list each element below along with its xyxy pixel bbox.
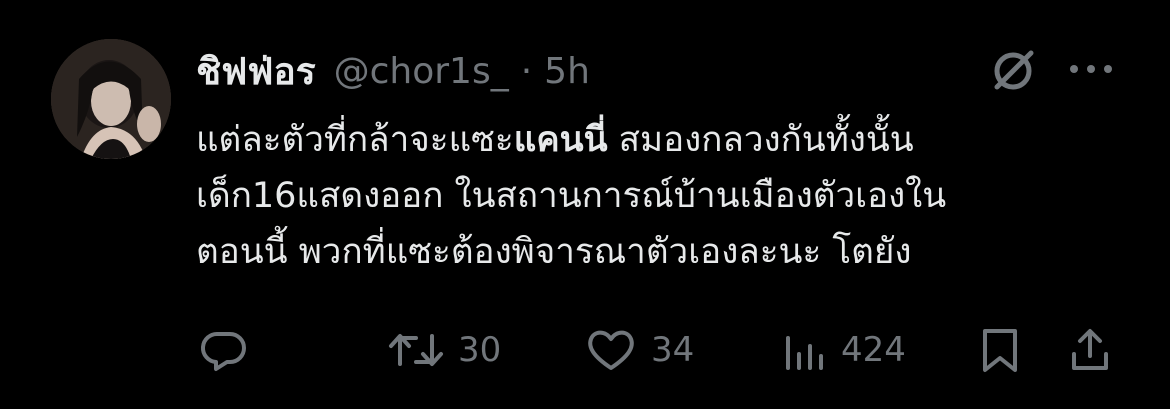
text-segment: สมองกลวงกันทั้งนั้น (607, 120, 914, 160)
bookmark-icon (983, 329, 1017, 372)
tweet-text-line-1: แต่ละตัวที่กล้าจะแซะแคนนี่ สมองกลวงกันทั… (196, 112, 1126, 168)
share-icon (1072, 329, 1108, 370)
bookmark-button[interactable] (980, 320, 1020, 380)
views-icon (786, 336, 823, 370)
like-count: 34 (651, 330, 695, 370)
reply-icon (200, 331, 246, 371)
tweet-header: ชิฟฟ่อร @chor1s_ · 5h (196, 44, 590, 98)
tweet-text-line-3: ตอนนี้ พวกที่แซะต้องพิจารณาตัวเองละนะ โต… (196, 232, 912, 272)
timestamp[interactable]: 5h (544, 51, 590, 92)
handle[interactable]: @chor1s_ (334, 51, 509, 92)
separator-dot: · (520, 50, 533, 92)
action-bar: 30 34 424 (0, 320, 1170, 380)
views-button[interactable]: 424 (783, 320, 906, 380)
display-name[interactable]: ชิฟฟ่อร (196, 42, 316, 101)
tweet-text: แต่ละตัวที่กล้าจะแซะแคนนี่ สมองกลวงกันทั… (196, 112, 1126, 280)
grok-icon[interactable] (988, 46, 1038, 96)
view-count: 424 (841, 330, 906, 370)
text-segment: แต่ละตัวที่กล้าจะแซะ (196, 120, 514, 160)
avatar[interactable] (51, 39, 171, 159)
more-icon[interactable] (1068, 58, 1114, 80)
reply-button[interactable] (200, 320, 262, 380)
share-button[interactable] (1068, 320, 1112, 380)
like-button[interactable]: 34 (585, 320, 694, 380)
tweet-text-line-2: เด็ก16แสดงออก ในสถานการณ์บ้านเมืองตัวเอง… (196, 176, 947, 216)
retweet-button[interactable]: 30 (388, 320, 501, 380)
heart-icon (588, 330, 634, 370)
mention-link[interactable]: แคนนี่ (514, 120, 608, 160)
retweet-count: 30 (458, 330, 502, 370)
profile-photo (51, 39, 171, 159)
retweet-icon (389, 334, 443, 366)
